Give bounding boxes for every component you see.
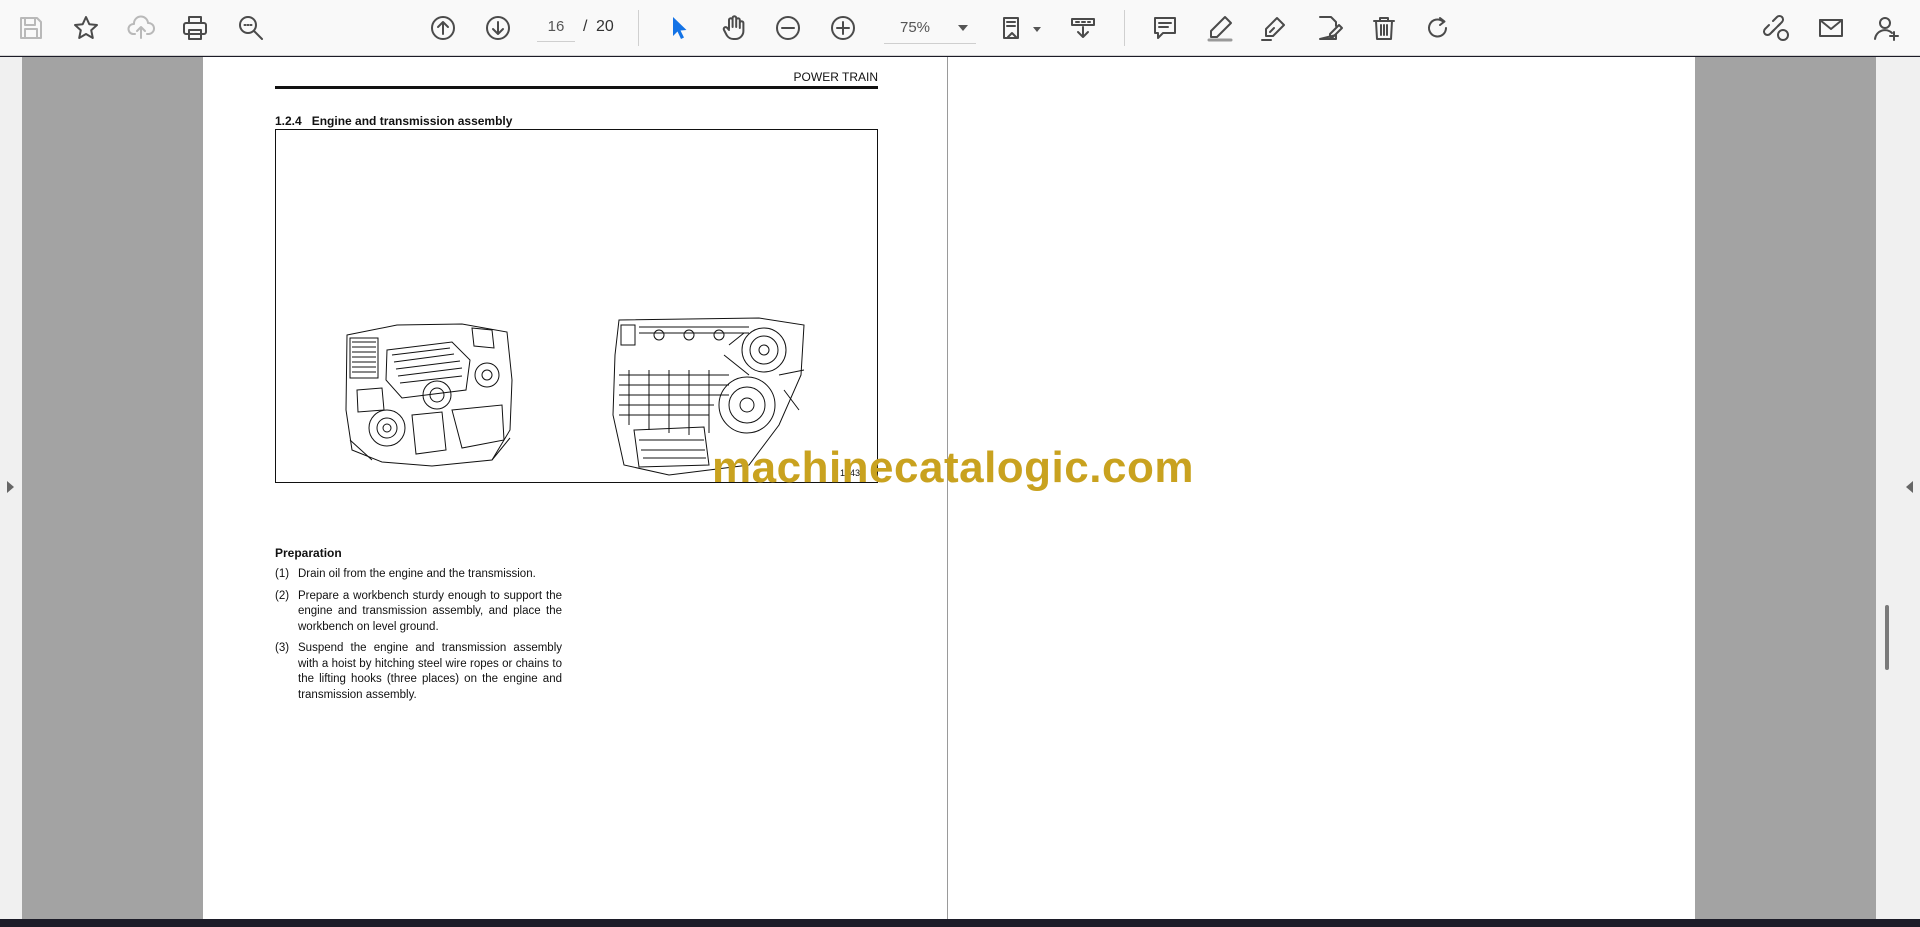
engine-drawing-left bbox=[345, 323, 513, 467]
preparation-steps: (1) Drain oil from the engine and the tr… bbox=[275, 567, 562, 709]
running-head: POWER TRAIN bbox=[275, 70, 878, 89]
bookmark-star-icon[interactable] bbox=[66, 8, 106, 48]
page-number-input[interactable] bbox=[537, 12, 575, 42]
step-text: Prepare a workbench sturdy enough to sup… bbox=[298, 589, 562, 633]
preparation-heading: Preparation bbox=[275, 546, 342, 560]
sign-pen-icon[interactable] bbox=[1254, 8, 1294, 48]
add-user-icon[interactable] bbox=[1866, 8, 1906, 48]
step-text: Drain oil from the engine and the transm… bbox=[298, 568, 536, 580]
list-item: (3) Suspend the engine and transmission … bbox=[275, 641, 562, 703]
toolbar-divider bbox=[1124, 10, 1125, 46]
page-down-icon[interactable] bbox=[478, 8, 518, 48]
step-number: (2) bbox=[275, 589, 290, 602]
zoom-in-icon[interactable] bbox=[823, 8, 863, 48]
comment-icon[interactable] bbox=[1145, 8, 1185, 48]
taskbar-edge bbox=[0, 919, 1920, 927]
share-link-icon[interactable] bbox=[1756, 8, 1796, 48]
print-icon[interactable] bbox=[175, 8, 215, 48]
save-icon[interactable] bbox=[11, 8, 51, 48]
delete-icon[interactable] bbox=[1364, 8, 1404, 48]
page-total: 20 bbox=[596, 18, 614, 35]
page-separator: / bbox=[583, 18, 588, 35]
upload-cloud-icon[interactable] bbox=[121, 8, 161, 48]
edit-doc-icon[interactable] bbox=[1309, 8, 1349, 48]
step-text: Suspend the engine and transmission asse… bbox=[298, 642, 562, 701]
section-title-text: Engine and transmission assembly bbox=[311, 114, 513, 128]
page-up-icon[interactable] bbox=[423, 8, 463, 48]
chevron-down-icon[interactable] bbox=[1033, 27, 1041, 32]
zoom-value: 75% bbox=[900, 19, 931, 36]
scrollbar-thumb[interactable] bbox=[1885, 605, 1889, 670]
list-item: (1) Drain oil from the engine and the tr… bbox=[275, 567, 562, 583]
document-viewer: POWER TRAIN 1.2.4 Engine and transmission… bbox=[0, 57, 1920, 919]
highlight-pen-icon[interactable] bbox=[1200, 8, 1240, 48]
scroll-mode-icon[interactable] bbox=[1063, 8, 1103, 48]
left-panel-strip bbox=[0, 57, 22, 919]
expand-right-panel-icon[interactable] bbox=[1906, 481, 1913, 493]
toolbar: / 20 75% bbox=[0, 0, 1920, 56]
zoom-out-icon[interactable] bbox=[768, 8, 808, 48]
select-cursor-icon[interactable] bbox=[659, 8, 699, 48]
zoom-select[interactable]: 75% bbox=[884, 12, 976, 44]
rotate-icon[interactable] bbox=[1418, 8, 1458, 48]
email-icon[interactable] bbox=[1811, 8, 1851, 48]
step-number: (1) bbox=[275, 568, 290, 580]
vertical-scrollbar[interactable] bbox=[1876, 57, 1898, 919]
section-title: 1.2.4 Engine and transmission assembly bbox=[275, 114, 512, 128]
hand-pan-icon[interactable] bbox=[714, 8, 754, 48]
right-panel-strip bbox=[1898, 57, 1920, 919]
document-spread: POWER TRAIN 1.2.4 Engine and transmission… bbox=[203, 57, 1695, 919]
chevron-down-icon bbox=[958, 24, 968, 31]
watermark: machinecatalogic.com bbox=[712, 443, 1194, 492]
page-fit-icon[interactable] bbox=[993, 8, 1033, 48]
zoom-search-icon[interactable] bbox=[231, 8, 271, 48]
list-item: (2) Prepare a workbench sturdy enough to… bbox=[275, 589, 562, 636]
step-number: (3) bbox=[275, 642, 290, 654]
expand-left-panel-icon[interactable] bbox=[7, 481, 14, 493]
toolbar-divider bbox=[638, 10, 639, 46]
section-number: 1.2.4 bbox=[275, 114, 302, 128]
figure-frame: 15434 bbox=[275, 129, 878, 483]
